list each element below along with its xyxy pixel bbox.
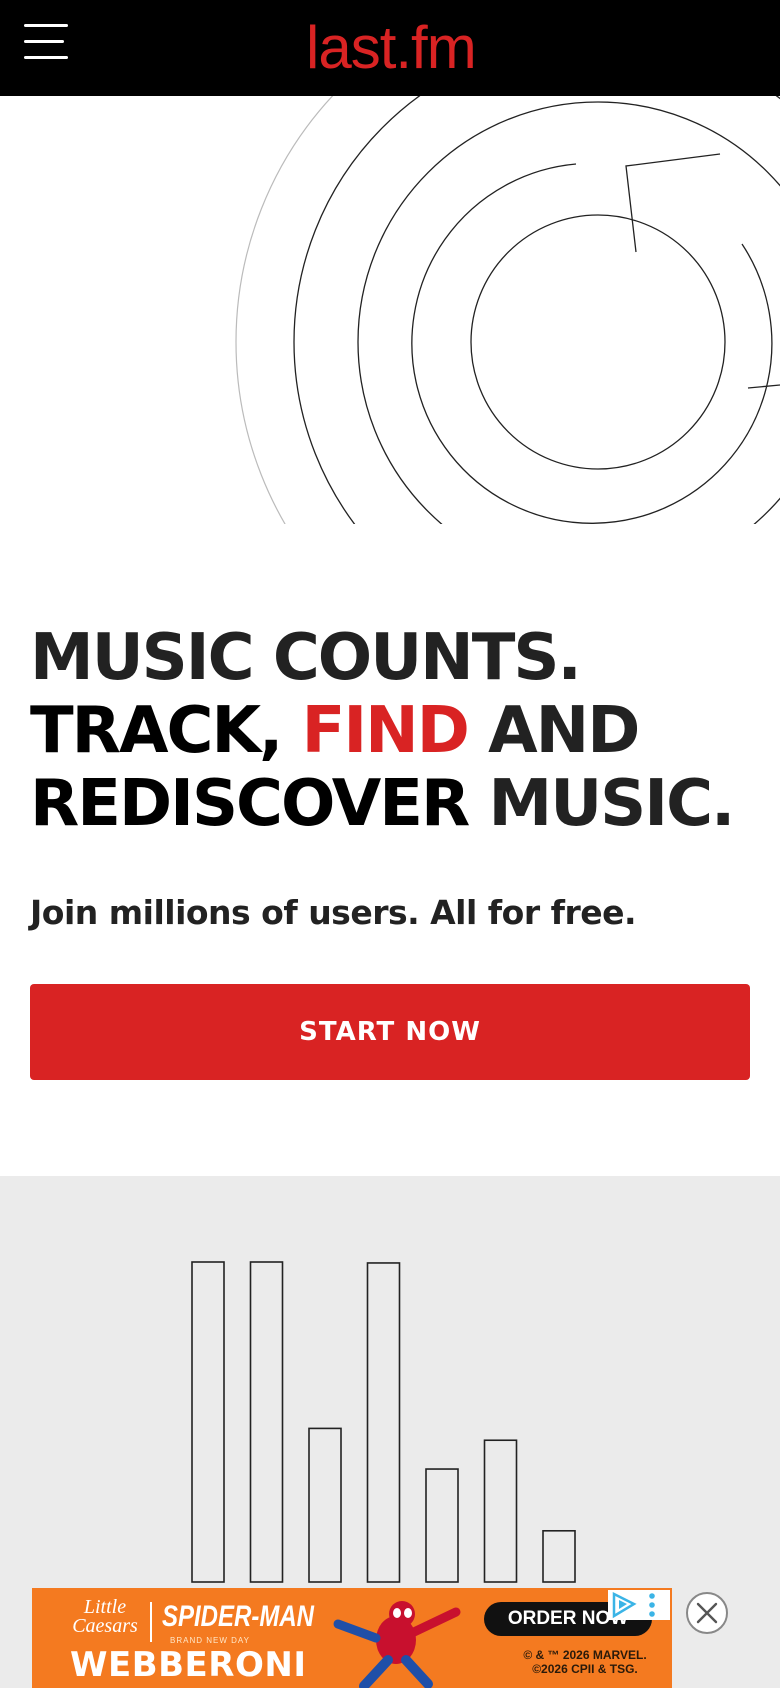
ad-brand-logo: Little Caesars <box>72 1596 138 1637</box>
illustration-bar <box>191 1261 225 1583</box>
headline-line-1-text: MUSIC COUNTS. <box>30 621 582 695</box>
headline-and-text: AND <box>467 694 640 768</box>
illustration-bar <box>542 1529 576 1583</box>
concentric-rings-arrow-illustration <box>235 96 780 524</box>
hero-illustration <box>0 96 780 524</box>
illustration-bar <box>366 1262 401 1583</box>
start-now-button[interactable]: START NOW <box>30 984 750 1080</box>
illustration-bar <box>249 1261 284 1583</box>
illustration-bar <box>425 1468 459 1583</box>
hero-subheadline: Join millions of users. All for free. <box>30 893 637 932</box>
ad-product-name: WEBBERONI <box>70 1645 307 1685</box>
top-navigation-bar: last.fm <box>0 0 780 96</box>
lastfm-logo[interactable]: last.fm <box>304 10 504 81</box>
start-now-label: START NOW <box>299 1017 481 1047</box>
headline-find-text: FIND <box>301 694 470 768</box>
ad-choices-icon <box>612 1591 655 1619</box>
ad-choices-button[interactable] <box>608 1590 670 1620</box>
headline-rediscover-text: REDISCOVER <box>30 767 470 841</box>
ad-legal-line-2: ©2026 CPII & TSG. <box>532 1662 638 1676</box>
ad-close-button[interactable] <box>686 1592 728 1634</box>
hamburger-menu-button[interactable] <box>22 22 70 62</box>
ad-legal-text: © & ™ 2026 MARVEL. ©2026 CPII & TSG. <box>510 1648 660 1676</box>
spider-man-figure-icon <box>333 1601 461 1688</box>
hero-headline: MUSIC COUNTS. TRACK, FIND AND REDISCOVER… <box>30 622 760 841</box>
ad-legal-line-1: © & ™ 2026 MARVEL. <box>523 1648 647 1662</box>
headline-line-3: REDISCOVER MUSIC. <box>30 768 760 841</box>
svg-text:last.fm: last.fm <box>306 14 476 80</box>
lastfm-logo-mark: last.fm <box>306 14 477 81</box>
ad-divider <box>150 1602 152 1642</box>
illustration-bar <box>308 1427 342 1583</box>
headline-line-1: MUSIC COUNTS. <box>30 622 760 695</box>
ad-title: SPIDER-MAN <box>162 1600 315 1633</box>
close-icon <box>696 1602 718 1624</box>
headline-music-text: MUSIC. <box>468 767 736 841</box>
ad-banner[interactable]: Little Caesars SPIDER-MAN BRAND NEW DAY … <box>32 1588 672 1688</box>
illustration-bar <box>483 1439 518 1583</box>
hamburger-menu-icon <box>24 24 68 59</box>
headline-line-2: TRACK, FIND AND <box>30 695 760 768</box>
headline-track-text: TRACK, <box>30 694 302 768</box>
